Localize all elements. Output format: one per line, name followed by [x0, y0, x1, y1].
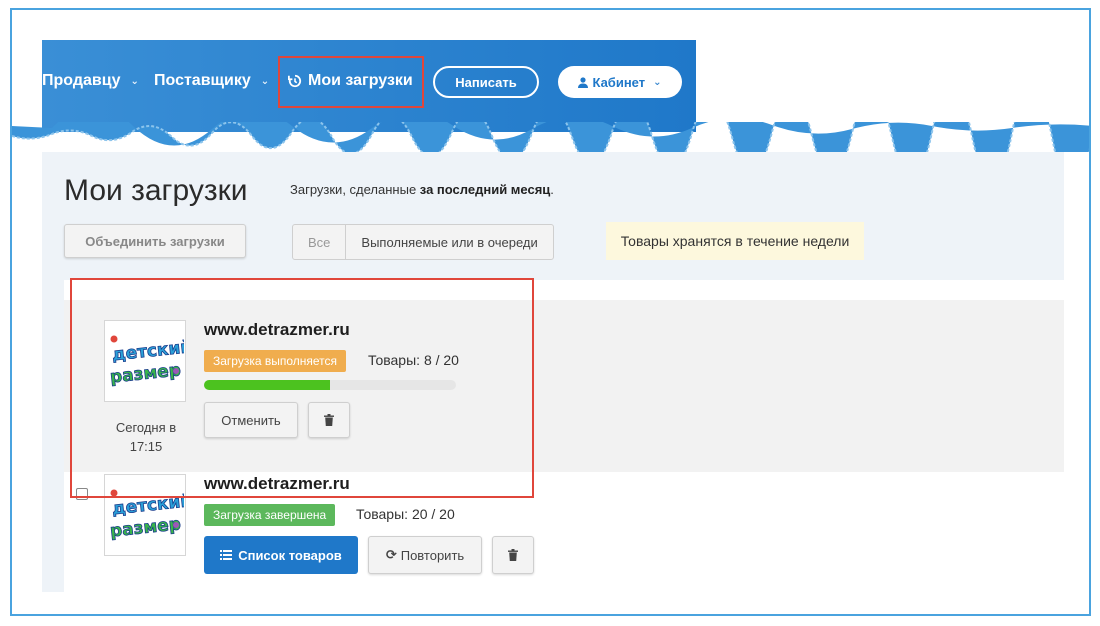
status-badge: Загрузка завершена: [204, 504, 336, 526]
nav-supplier[interactable]: Поставщику ⌄: [154, 72, 269, 90]
subtitle-suffix: .: [550, 182, 554, 197]
chevron-down-icon: ⌄: [260, 75, 270, 87]
delete-button[interactable]: [492, 536, 534, 574]
subtitle-prefix: Загрузки, сделанные: [290, 182, 420, 197]
retry-button[interactable]: ⟳ Повторить: [368, 536, 482, 574]
nav-supplier-label: Поставщику: [154, 72, 251, 89]
torn-edge-divider: [12, 122, 1089, 152]
refresh-icon: ⟳: [385, 547, 397, 562]
list-icon: [220, 550, 233, 560]
storage-notice: Товары хранятся в течение недели: [606, 222, 864, 260]
cabinet-button[interactable]: Кабинет ⌄: [558, 66, 682, 98]
merge-downloads-button[interactable]: Объединить загрузки: [64, 224, 246, 258]
chevron-down-icon: ⌄: [130, 75, 139, 87]
cabinet-label: Кабинет: [592, 74, 646, 90]
products-list-label: Список товаров: [238, 547, 342, 563]
filter-segment: Все Выполняемые или в очереди: [292, 224, 554, 260]
nav-seller[interactable]: Продавцу ⌄: [42, 72, 139, 90]
trash-icon: [508, 549, 518, 561]
filter-all-button[interactable]: Все: [293, 225, 347, 259]
screenshot-frame: Продавцу ⌄ Поставщику ⌄ Мои загрузки Нап…: [10, 8, 1091, 616]
subtitle-bold: за последний месяц: [419, 182, 551, 197]
products-count: Товары: 20 / 20: [356, 506, 455, 522]
write-button[interactable]: Написать: [433, 66, 539, 98]
nav-seller-label: Продавцу: [42, 72, 121, 89]
page-subtitle: Загрузки, сделанные за последний месяц.: [290, 182, 554, 197]
chevron-down-icon: ⌄: [653, 76, 662, 88]
filter-active-button[interactable]: Выполняемые или в очереди: [346, 225, 552, 259]
retry-label: Повторить: [400, 547, 465, 563]
highlight-box: [70, 278, 534, 498]
top-nav: Продавцу ⌄ Поставщику ⌄ Мои загрузки Нап…: [42, 40, 696, 132]
nav-highlight-box: [278, 56, 424, 108]
products-list-button[interactable]: Список товаров: [204, 536, 358, 574]
page-title: Мои загрузки: [64, 174, 248, 207]
user-icon: [578, 76, 589, 88]
